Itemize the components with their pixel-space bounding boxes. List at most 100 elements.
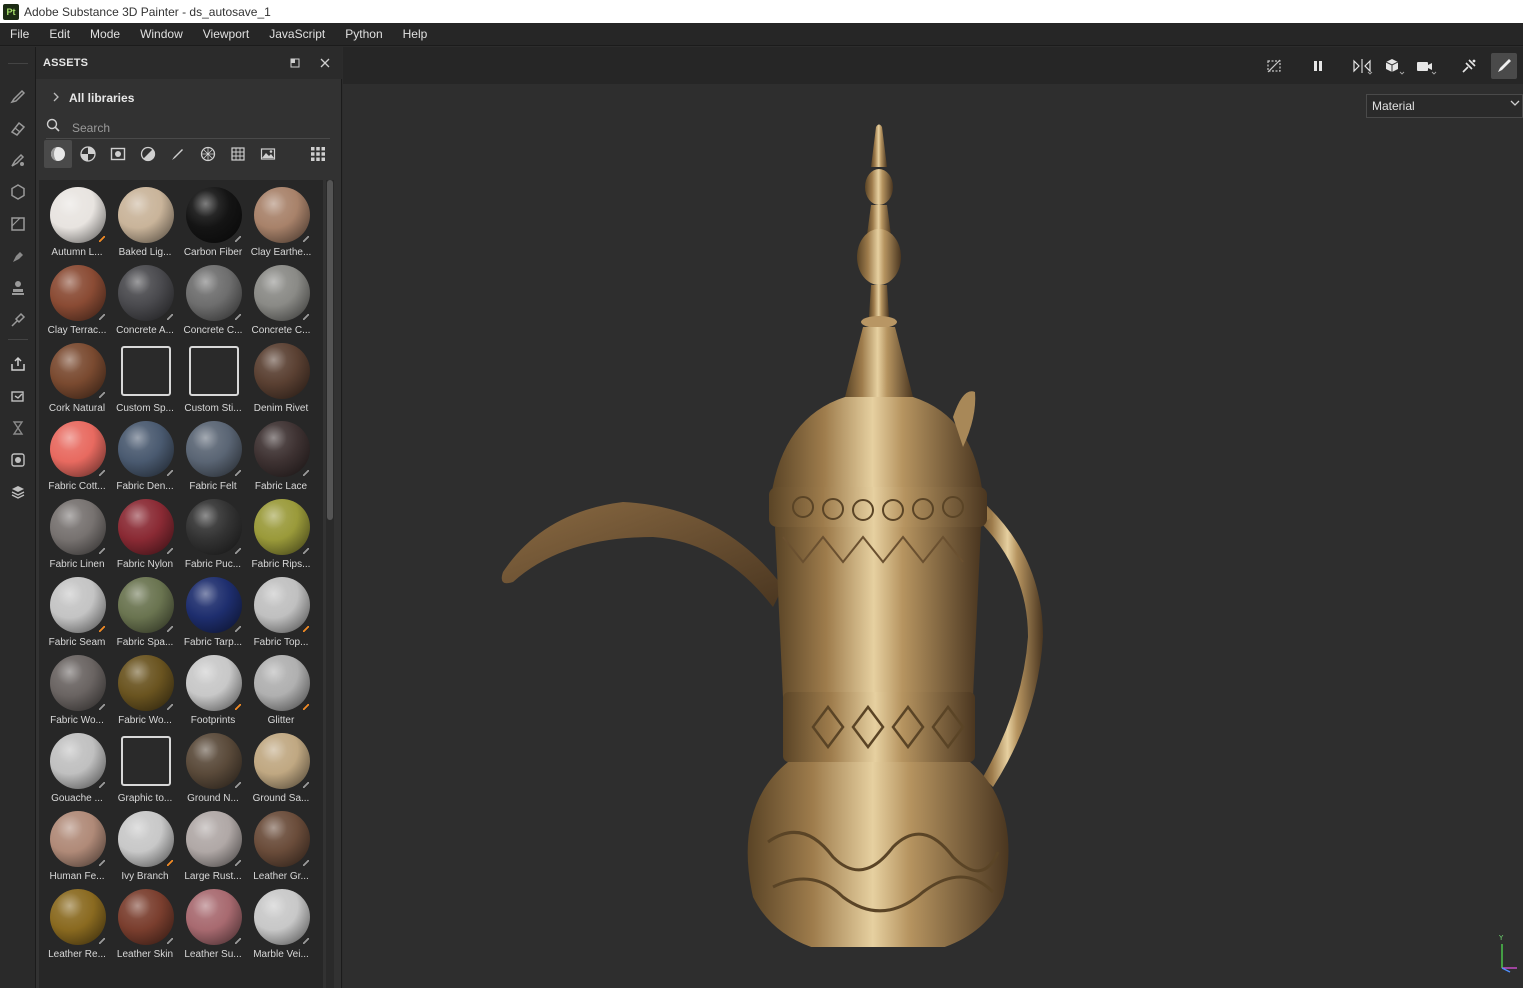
channel-dropdown[interactable]: Material bbox=[1366, 94, 1523, 118]
asset-tile[interactable]: Human Fe... bbox=[43, 806, 111, 884]
color-picker-tool-icon[interactable] bbox=[7, 309, 29, 331]
asset-tile[interactable]: Clay Earthe... bbox=[247, 182, 315, 260]
filter-smart-masks-icon[interactable] bbox=[104, 140, 132, 168]
asset-tile-label: Graphic to... bbox=[117, 793, 173, 804]
asset-tile[interactable]: Gouache ... bbox=[43, 728, 111, 806]
asset-scrollbar[interactable] bbox=[326, 180, 334, 988]
projection-tool-icon[interactable] bbox=[7, 149, 29, 171]
filter-materials-icon[interactable] bbox=[44, 140, 72, 168]
bake-mesh-icon[interactable] bbox=[7, 385, 29, 407]
pause-icon[interactable] bbox=[1305, 53, 1331, 79]
asset-tile-label: Clay Earthe... bbox=[250, 247, 312, 258]
projection-mode-icon[interactable] bbox=[1381, 53, 1407, 79]
asset-tile[interactable]: Concrete C... bbox=[247, 260, 315, 338]
menu-edit[interactable]: Edit bbox=[39, 23, 80, 46]
chevron-right-icon[interactable] bbox=[52, 92, 60, 105]
asset-tile[interactable]: Fabric Top... bbox=[247, 572, 315, 650]
window-title: Adobe Substance 3D Painter - ds_autosave… bbox=[24, 4, 271, 19]
asset-tile[interactable]: Ivy Branch bbox=[111, 806, 179, 884]
asset-tile[interactable]: Fabric Den... bbox=[111, 416, 179, 494]
menu-python[interactable]: Python bbox=[335, 23, 392, 46]
baking-mode-icon[interactable] bbox=[1456, 53, 1482, 79]
camera-icon[interactable] bbox=[1413, 53, 1439, 79]
resource-badge-icon bbox=[99, 860, 105, 866]
material-preview-thumbnail bbox=[50, 577, 106, 633]
filter-brushes-icon[interactable] bbox=[164, 140, 192, 168]
resource-badge-icon bbox=[303, 470, 309, 476]
asset-tile[interactable]: Fabric Felt bbox=[179, 416, 247, 494]
asset-tile[interactable]: Fabric Puc... bbox=[179, 494, 247, 572]
asset-tile[interactable]: Large Rust... bbox=[179, 806, 247, 884]
asset-tile[interactable]: Graphic to... bbox=[111, 728, 179, 806]
search-icon bbox=[46, 118, 60, 137]
asset-tile[interactable]: Leather Re... bbox=[43, 884, 111, 962]
filter-textures-icon[interactable] bbox=[224, 140, 252, 168]
asset-tile[interactable]: Fabric Linen bbox=[43, 494, 111, 572]
asset-tile[interactable]: Denim Rivet bbox=[247, 338, 315, 416]
resource-badge-icon bbox=[303, 860, 309, 866]
asset-tile[interactable]: Fabric Wo... bbox=[43, 650, 111, 728]
asset-tile[interactable]: Ground Sa... bbox=[247, 728, 315, 806]
close-icon[interactable] bbox=[317, 55, 333, 71]
asset-tile[interactable]: Clay Terrac... bbox=[43, 260, 111, 338]
grid-view-icon[interactable] bbox=[304, 140, 332, 168]
paint-brush-tool-icon[interactable] bbox=[7, 85, 29, 107]
asset-tile[interactable]: Glitter bbox=[247, 650, 315, 728]
asset-tile[interactable]: Leather Gr... bbox=[247, 806, 315, 884]
asset-tile[interactable]: Leather Skin bbox=[111, 884, 179, 962]
asset-tile[interactable]: Baked Lig... bbox=[111, 182, 179, 260]
asset-tile[interactable]: Ground N... bbox=[179, 728, 247, 806]
menu-viewport[interactable]: Viewport bbox=[193, 23, 259, 46]
texture-set-icon[interactable] bbox=[7, 481, 29, 503]
asset-tile[interactable]: Cork Natural bbox=[43, 338, 111, 416]
asset-tile[interactable]: Custom Sti... bbox=[179, 338, 247, 416]
asset-tile[interactable]: Fabric Lace bbox=[247, 416, 315, 494]
asset-tile-label: Concrete A... bbox=[116, 325, 174, 336]
asset-tile[interactable]: Custom Sp... bbox=[111, 338, 179, 416]
menu-file[interactable]: File bbox=[0, 23, 39, 46]
menu-help[interactable]: Help bbox=[393, 23, 438, 46]
menu-window[interactable]: Window bbox=[130, 23, 193, 46]
history-icon[interactable] bbox=[7, 417, 29, 439]
menu-javascript[interactable]: JavaScript bbox=[259, 23, 335, 46]
undock-icon[interactable] bbox=[287, 55, 303, 71]
resource-badge-icon bbox=[167, 704, 173, 710]
3d-viewport[interactable]: Material Y bbox=[343, 47, 1523, 988]
asset-tile[interactable]: Concrete A... bbox=[111, 260, 179, 338]
display-settings-icon[interactable] bbox=[7, 449, 29, 471]
clone-stamp-tool-icon[interactable] bbox=[7, 277, 29, 299]
asset-tile[interactable]: Fabric Wo... bbox=[111, 650, 179, 728]
polygon-fill-tool-icon[interactable] bbox=[7, 213, 29, 235]
asset-tile[interactable]: Autumn L... bbox=[43, 182, 111, 260]
eraser-tool-icon[interactable] bbox=[7, 117, 29, 139]
asset-tile[interactable]: Fabric Cott... bbox=[43, 416, 111, 494]
filter-filters-icon[interactable] bbox=[134, 140, 162, 168]
asset-tile[interactable]: Fabric Seam bbox=[43, 572, 111, 650]
material-preview-thumbnail bbox=[254, 499, 310, 555]
all-libraries-row[interactable]: All libraries bbox=[36, 87, 342, 109]
asset-tile[interactable]: Carbon Fiber bbox=[179, 182, 247, 260]
paint-mode-icon[interactable] bbox=[1491, 53, 1517, 79]
asset-tile[interactable]: Fabric Spa... bbox=[111, 572, 179, 650]
asset-tile[interactable]: Fabric Tarp... bbox=[179, 572, 247, 650]
export-icon[interactable] bbox=[7, 353, 29, 375]
geometry-fill-tool-icon[interactable] bbox=[7, 181, 29, 203]
asset-tile[interactable]: Footprints bbox=[179, 650, 247, 728]
smudge-tool-icon[interactable] bbox=[7, 245, 29, 267]
channel-dropdown-value: Material bbox=[1372, 99, 1415, 113]
asset-tile[interactable]: Fabric Rips... bbox=[247, 494, 315, 572]
scrollbar-thumb[interactable] bbox=[327, 180, 333, 520]
hide-ui-icon[interactable] bbox=[1261, 53, 1287, 79]
filter-smart-materials-icon[interactable] bbox=[74, 140, 102, 168]
asset-tile[interactable]: Leather Su... bbox=[179, 884, 247, 962]
symmetry-icon[interactable] bbox=[1349, 53, 1375, 79]
search-input[interactable] bbox=[72, 120, 312, 135]
asset-tile-label: Custom Sti... bbox=[184, 403, 242, 414]
asset-tile[interactable]: Concrete C... bbox=[179, 260, 247, 338]
material-preview-thumbnail bbox=[186, 499, 242, 555]
asset-tile[interactable]: Marble Vei... bbox=[247, 884, 315, 962]
asset-tile[interactable]: Fabric Nylon bbox=[111, 494, 179, 572]
filter-environments-icon[interactable] bbox=[254, 140, 282, 168]
menu-mode[interactable]: Mode bbox=[80, 23, 130, 46]
filter-particles-icon[interactable] bbox=[194, 140, 222, 168]
